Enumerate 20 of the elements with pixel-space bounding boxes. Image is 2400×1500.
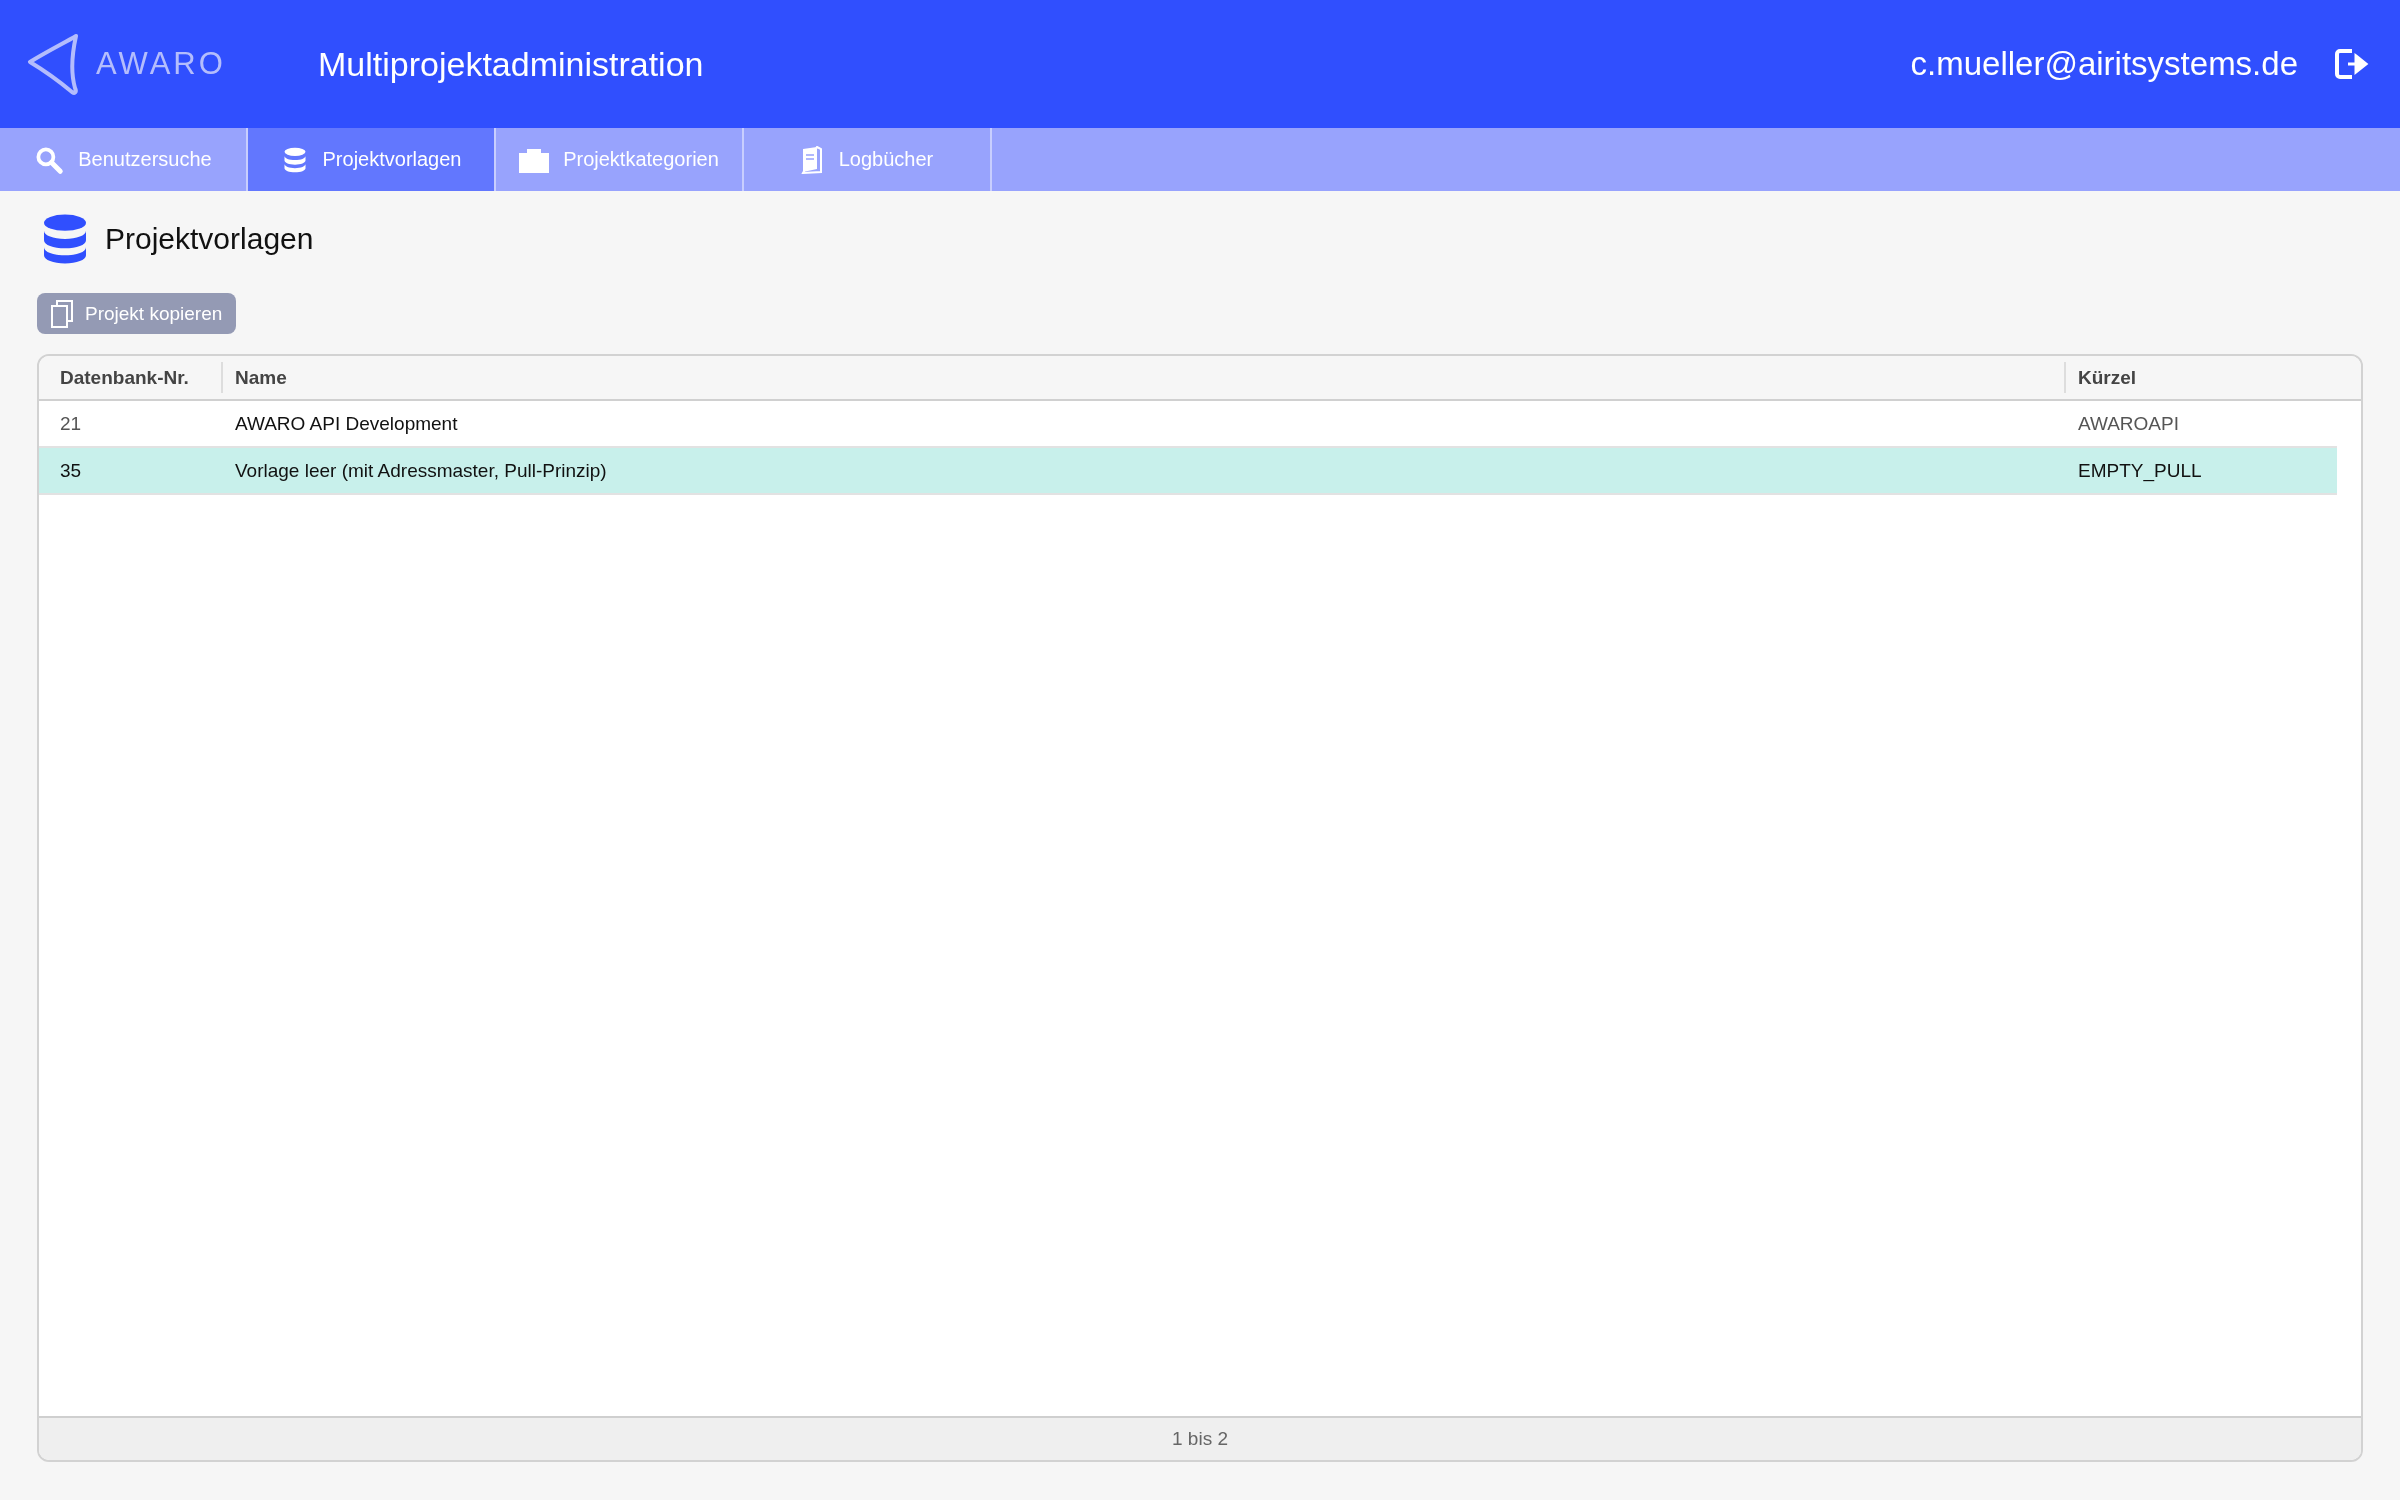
table-row[interactable]: 35 Vorlage leer (mit Adressmaster, Pull-Prinzip) EMPTY_PULL: [39, 448, 2337, 495]
table-cell-text: EMPTY_PULL: [2077, 458, 2203, 484]
table-cell-text: AWARO API Development: [234, 411, 459, 436]
table-cell-text: AWAROAPI: [2077, 411, 2180, 436]
nav-tab[interactable]: Projektvorlagen: [248, 128, 496, 191]
book-icon: [800, 145, 825, 174]
table-cell-text: 35: [59, 458, 83, 483]
user-email: c.mueller@airitsystems.de: [1910, 45, 2298, 83]
logo-text: AWARO: [96, 46, 226, 82]
table-cell-text: 21: [59, 411, 83, 436]
page-title: Projektvorlagen: [105, 222, 314, 256]
column-header[interactable]: Kürzel: [2064, 362, 2361, 393]
row-count: 1 bis 2: [1172, 1428, 1228, 1450]
logout-icon[interactable]: [2334, 48, 2370, 80]
copy-icon: [51, 299, 73, 328]
app-title: Multiprojektadministration: [318, 44, 705, 84]
column-header[interactable]: Name: [221, 362, 2064, 393]
briefcase-icon: [519, 146, 550, 173]
column-header[interactable]: Datenbank-Nr.: [39, 362, 221, 393]
table-cell-text: Vorlage leer (mit Adressmaster, Pull-Prinzip): [234, 458, 608, 483]
